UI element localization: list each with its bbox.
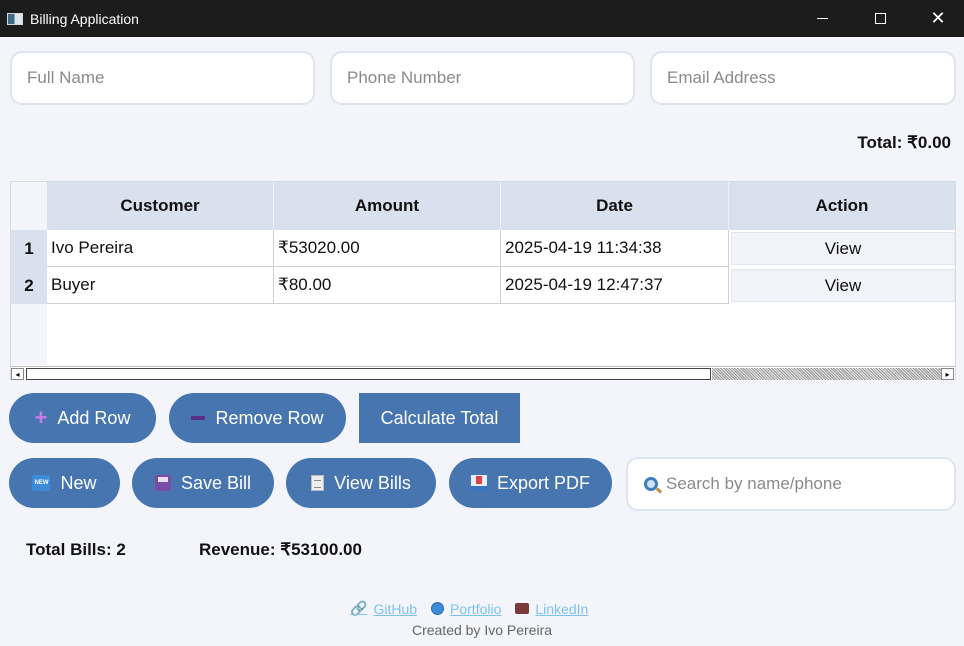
linkedin-label: LinkedIn (535, 600, 589, 617)
close-button[interactable]: ✕ (909, 0, 964, 37)
full-name-input[interactable] (27, 68, 313, 88)
table-cell-customer[interactable]: Ivo Pereira (47, 230, 274, 267)
new-button[interactable]: NEW New (9, 458, 120, 508)
table-cell-customer[interactable]: Buyer (47, 267, 274, 304)
new-label: New (60, 472, 97, 493)
window-title: Billing Application (30, 10, 139, 27)
footer-links: 🔗 GitHub Portfolio LinkedIn (350, 600, 588, 617)
view-bills-label: View Bills (334, 472, 411, 493)
total-bills-stat: Total Bills: 2 (26, 540, 126, 559)
table-cell-amount[interactable]: ₹53020.00 (274, 230, 501, 267)
calculate-total-button[interactable]: Calculate Total (359, 393, 520, 443)
table-cell-date[interactable]: 2025-04-19 12:47:37 (501, 267, 729, 304)
table-corner[interactable] (11, 182, 47, 230)
credit-text: Created by Ivo Pereira (411, 622, 553, 638)
phone-number-field[interactable] (330, 51, 635, 105)
table-cell-amount[interactable]: ₹80.00 (274, 267, 501, 304)
view-bills-button[interactable]: View Bills (286, 458, 436, 508)
row-header-empty (11, 304, 47, 365)
remove-row-button[interactable]: Remove Row (169, 393, 346, 443)
app-icon (7, 12, 23, 25)
horizontal-scrollbar[interactable]: ◂ ▸ (11, 366, 955, 380)
total-label: Total: ₹0.00 (857, 133, 951, 152)
add-row-label: Add Row (57, 407, 131, 428)
linkedin-link[interactable]: LinkedIn (515, 600, 588, 617)
add-row-button[interactable]: + Add Row (9, 393, 156, 443)
scrollbar-track[interactable] (712, 368, 941, 380)
view-button[interactable]: View (731, 269, 955, 302)
column-header-amount[interactable]: Amount (274, 182, 501, 230)
minimize-icon (816, 18, 828, 19)
full-name-field[interactable] (10, 51, 315, 105)
minimize-button[interactable] (793, 0, 851, 37)
table-cell-date[interactable]: 2025-04-19 11:34:38 (501, 230, 729, 267)
calculate-total-label: Calculate Total (380, 407, 499, 428)
export-icon (470, 475, 487, 491)
row-header[interactable]: 2 (11, 267, 47, 304)
plus-icon: + (34, 405, 48, 430)
column-header-customer[interactable]: Customer (47, 182, 274, 230)
search-field[interactable] (626, 457, 956, 511)
document-icon (311, 475, 325, 491)
search-input[interactable] (666, 474, 926, 494)
save-bill-button[interactable]: Save Bill (132, 458, 274, 508)
github-label: GitHub (373, 600, 418, 617)
export-pdf-label: Export PDF (496, 472, 591, 493)
column-header-action[interactable]: Action (729, 182, 955, 230)
column-header-date[interactable]: Date (501, 182, 729, 230)
portfolio-link[interactable]: Portfolio (431, 600, 501, 617)
scroll-left-arrow-icon[interactable]: ◂ (11, 368, 24, 380)
email-field[interactable] (650, 51, 956, 105)
globe-icon (431, 602, 445, 615)
revenue-stat: Revenue: ₹53100.00 (199, 540, 362, 559)
briefcase-icon (515, 603, 530, 614)
floppy-disk-icon (154, 475, 171, 491)
view-button[interactable]: View (731, 232, 955, 265)
link-icon: 🔗 (350, 600, 368, 616)
export-pdf-button[interactable]: Export PDF (449, 458, 612, 508)
new-icon: NEW (32, 475, 51, 491)
search-icon (644, 477, 658, 491)
phone-number-input[interactable] (347, 68, 633, 88)
email-input[interactable] (667, 68, 954, 88)
minus-icon (191, 416, 206, 420)
maximize-icon (874, 13, 886, 24)
save-bill-label: Save Bill (180, 472, 252, 493)
title-bar: Billing Application ✕ (0, 0, 964, 37)
maximize-button[interactable] (851, 0, 909, 37)
close-icon: ✕ (930, 7, 946, 29)
bill-table[interactable]: Customer Amount Date Action 1 Ivo Pereir… (10, 181, 956, 380)
portfolio-label: Portfolio (450, 600, 502, 617)
scrollbar-thumb[interactable] (26, 368, 711, 380)
remove-row-label: Remove Row (215, 407, 324, 428)
row-header[interactable]: 1 (11, 230, 47, 267)
github-link[interactable]: 🔗 GitHub (350, 600, 417, 617)
scroll-right-arrow-icon[interactable]: ▸ (941, 368, 954, 380)
